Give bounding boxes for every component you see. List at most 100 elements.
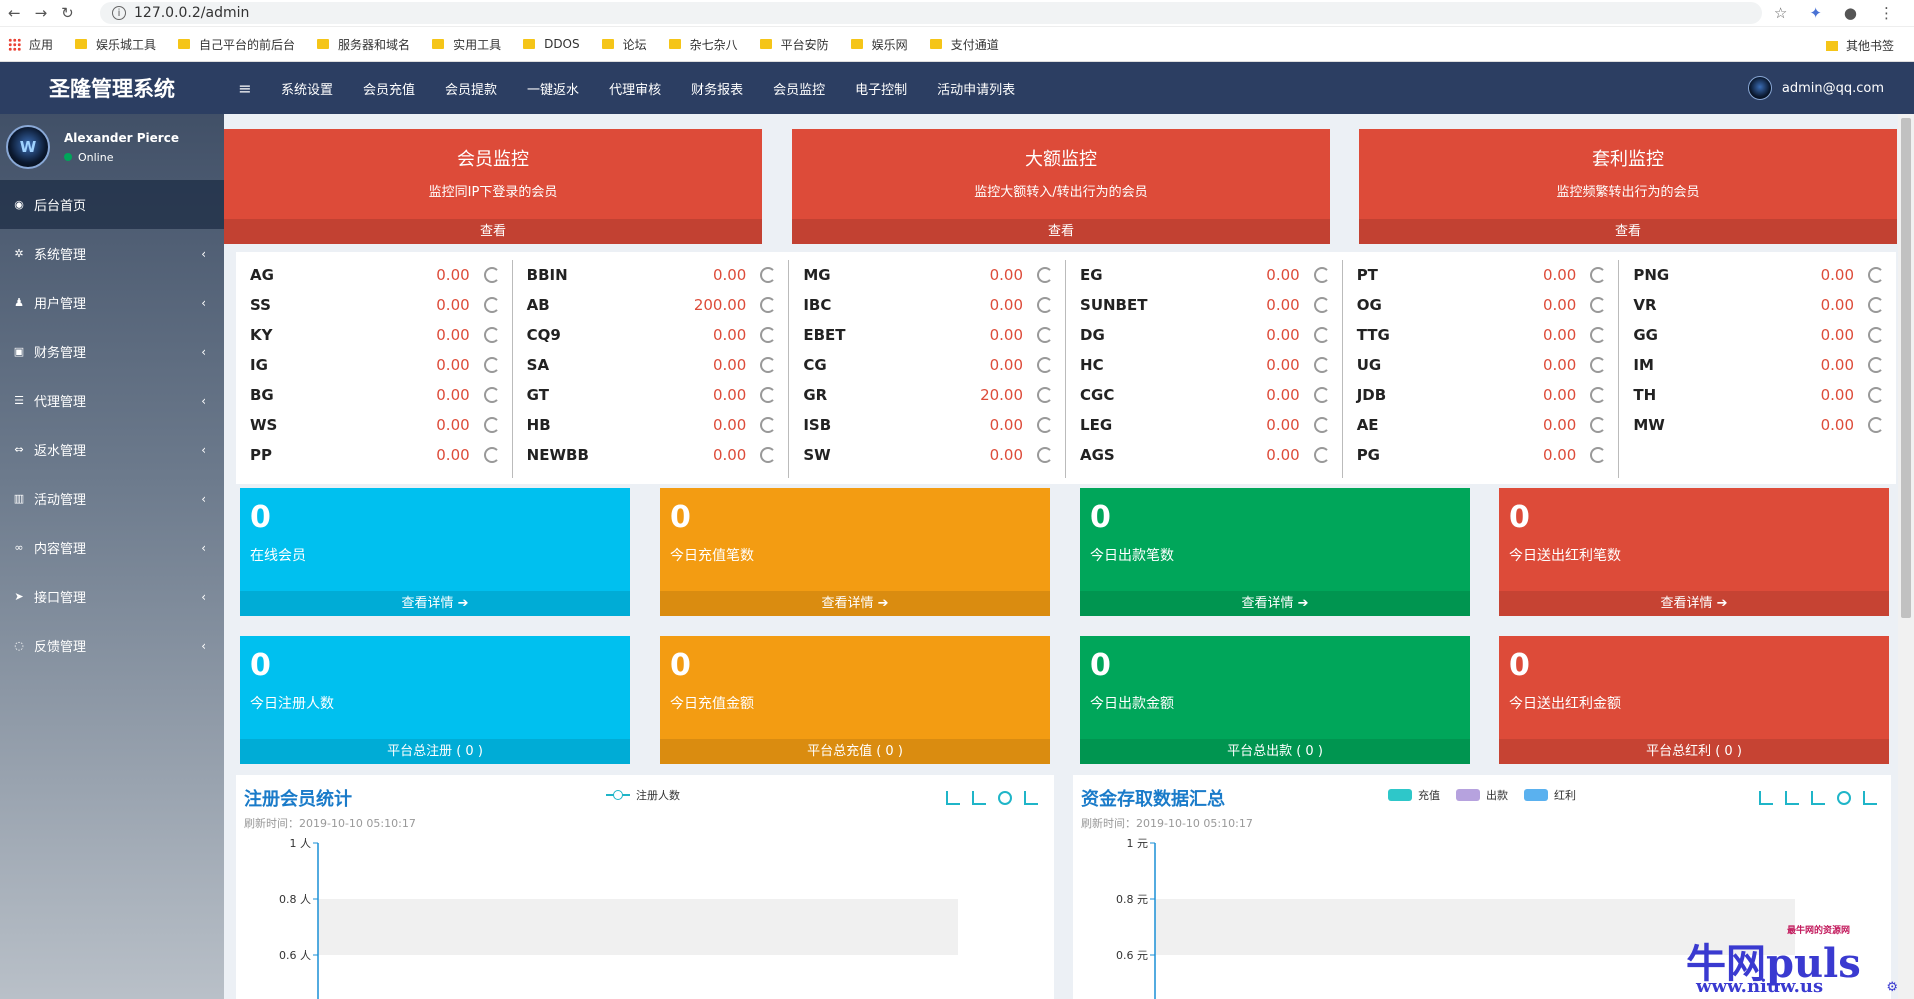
data-view-icon[interactable] xyxy=(1759,791,1773,805)
topmenu-electronic-control[interactable]: 电子控制 xyxy=(840,79,922,98)
refresh-icon[interactable] xyxy=(760,447,777,463)
monitor-view-link[interactable]: 查看 xyxy=(1359,219,1897,244)
app-logo[interactable]: 圣隆管理系统 xyxy=(0,62,224,114)
line-chart-icon[interactable] xyxy=(946,791,960,805)
bookmark-folder[interactable]: 论坛 xyxy=(601,36,647,53)
hamburger-icon[interactable]: ≡ xyxy=(224,79,266,98)
extension-icon[interactable]: ✦ xyxy=(1809,4,1822,22)
topmenu-member-recharge[interactable]: 会员充值 xyxy=(348,79,430,98)
refresh-icon[interactable] xyxy=(1313,327,1330,343)
scrollbar-thumb[interactable] xyxy=(1901,118,1911,618)
sidebar-item-users[interactable]: ♟ 用户管理 ‹ xyxy=(0,278,224,327)
refresh-icon[interactable] xyxy=(760,387,777,403)
topmenu-finance-report[interactable]: 财务报表 xyxy=(676,79,758,98)
sidebar-item-rebate[interactable]: ⇔ 返水管理 ‹ xyxy=(0,425,224,474)
stat-details-link[interactable]: 查看详情 ➔ xyxy=(1080,591,1470,616)
refresh-icon[interactable] xyxy=(760,297,777,313)
refresh-icon[interactable] xyxy=(1037,297,1054,313)
refresh-icon[interactable] xyxy=(1868,267,1885,283)
back-icon[interactable]: ← xyxy=(8,4,21,22)
bookmark-folder[interactable]: 娱乐网 xyxy=(850,36,908,53)
bookmark-folder[interactable]: DDOS xyxy=(523,37,580,51)
refresh-icon[interactable] xyxy=(483,387,500,403)
sidebar-item-api[interactable]: ➤ 接口管理 ‹ xyxy=(0,572,224,621)
refresh-icon[interactable] xyxy=(1313,387,1330,403)
refresh-icon[interactable] xyxy=(760,267,777,283)
refresh-icon[interactable] xyxy=(760,357,777,373)
refresh-icon[interactable] xyxy=(760,417,777,433)
refresh-icon[interactable] xyxy=(483,327,500,343)
refresh-icon[interactable] xyxy=(1037,417,1054,433)
sidebar-item-activities[interactable]: ▥ 活动管理 ‹ xyxy=(0,474,224,523)
refresh-icon[interactable] xyxy=(1868,297,1885,313)
refresh-icon[interactable] xyxy=(1037,387,1054,403)
reload-icon[interactable]: ↻ xyxy=(61,4,74,22)
refresh-icon[interactable] xyxy=(1590,267,1607,283)
stat-details-link[interactable]: 查看详情 ➔ xyxy=(1499,591,1889,616)
refresh-icon[interactable] xyxy=(760,327,777,343)
download-icon[interactable] xyxy=(1863,791,1877,805)
stat-details-link[interactable]: 查看详情 ➔ xyxy=(240,591,630,616)
refresh-icon[interactable] xyxy=(1590,357,1607,373)
refresh-icon[interactable] xyxy=(1313,447,1330,463)
sidebar-item-feedback[interactable]: ◌ 反馈管理 ‹ xyxy=(0,621,224,670)
bar-chart-icon[interactable] xyxy=(972,791,986,805)
refresh-icon[interactable] xyxy=(483,447,500,463)
refresh-icon[interactable] xyxy=(1313,267,1330,283)
refresh-icon[interactable] xyxy=(1037,447,1054,463)
address-bar[interactable]: i 127.0.0.2/admin xyxy=(100,2,1762,24)
bookmark-folder[interactable]: 杂七杂八 xyxy=(668,36,738,53)
bookmark-folder[interactable]: 实用工具 xyxy=(432,36,501,53)
menu-dots-icon[interactable]: ⋮ xyxy=(1879,4,1894,22)
line-chart-icon[interactable] xyxy=(1785,791,1799,805)
refresh-icon[interactable] xyxy=(1590,387,1607,403)
stat-details-link[interactable]: 查看详情 ➔ xyxy=(660,591,1050,616)
star-icon[interactable]: ☆ xyxy=(1774,4,1787,22)
refresh-icon[interactable] xyxy=(483,267,500,283)
page-scrollbar[interactable] xyxy=(1898,114,1914,999)
download-icon[interactable] xyxy=(1024,791,1038,805)
profile-icon[interactable]: ● xyxy=(1844,4,1857,22)
monitor-view-link[interactable]: 查看 xyxy=(224,219,762,244)
sidebar-item-content[interactable]: ∞ 内容管理 ‹ xyxy=(0,523,224,572)
refresh-icon[interactable] xyxy=(1037,357,1054,373)
monitor-view-link[interactable]: 查看 xyxy=(792,219,1330,244)
refresh-icon[interactable] xyxy=(1037,327,1054,343)
bookmark-folder[interactable]: 平台安防 xyxy=(759,36,829,53)
bookmark-folder[interactable]: 娱乐城工具 xyxy=(75,36,156,53)
topmenu-member-withdraw[interactable]: 会员提款 xyxy=(430,79,512,98)
info-icon[interactable]: i xyxy=(112,6,126,20)
topmenu-agent-review[interactable]: 代理审核 xyxy=(594,79,676,98)
refresh-icon[interactable] xyxy=(1037,267,1054,283)
refresh-icon[interactable] xyxy=(483,417,500,433)
refresh-icon[interactable] xyxy=(483,297,500,313)
refresh-icon[interactable] xyxy=(998,791,1012,805)
bookmark-apps[interactable]: 应用 xyxy=(8,36,53,53)
bookmark-folder[interactable]: 服务器和域名 xyxy=(317,36,410,53)
chart-legend[interactable]: 注册人数 xyxy=(606,787,680,803)
refresh-icon[interactable] xyxy=(1590,417,1607,433)
sidebar-item-agents[interactable]: ☰ 代理管理 ‹ xyxy=(0,376,224,425)
refresh-icon[interactable] xyxy=(1868,417,1885,433)
bookmark-folder[interactable]: 支付通道 xyxy=(929,36,999,53)
topmenu-one-click-rebate[interactable]: 一键返水 xyxy=(512,79,594,98)
bar-chart-icon[interactable] xyxy=(1811,791,1825,805)
refresh-icon[interactable] xyxy=(1313,417,1330,433)
topmenu-system-settings[interactable]: 系统设置 xyxy=(266,79,348,98)
forward-icon[interactable]: → xyxy=(35,4,48,22)
refresh-icon[interactable] xyxy=(1590,297,1607,313)
sidebar-item-dashboard[interactable]: ◉ 后台首页 xyxy=(0,180,224,229)
top-user-menu[interactable]: admin@qq.com xyxy=(1747,76,1884,100)
bookmark-folder[interactable]: 自己平台的前后台 xyxy=(178,36,295,53)
refresh-icon[interactable] xyxy=(1313,297,1330,313)
refresh-icon[interactable] xyxy=(1590,447,1607,463)
sidebar-item-system[interactable]: ✲ 系统管理 ‹ xyxy=(0,229,224,278)
refresh-icon[interactable] xyxy=(1837,791,1851,805)
refresh-icon[interactable] xyxy=(1868,357,1885,373)
chart-legend[interactable]: 充值 出款 红利 xyxy=(1388,787,1576,803)
refresh-icon[interactable] xyxy=(483,357,500,373)
topmenu-member-monitor[interactable]: 会员监控 xyxy=(758,79,840,98)
other-bookmarks[interactable]: 其他书签 xyxy=(1825,37,1894,54)
topmenu-activity-applications[interactable]: 活动申请列表 xyxy=(922,79,1030,98)
sidebar-item-finance[interactable]: ▣ 财务管理 ‹ xyxy=(0,327,224,376)
